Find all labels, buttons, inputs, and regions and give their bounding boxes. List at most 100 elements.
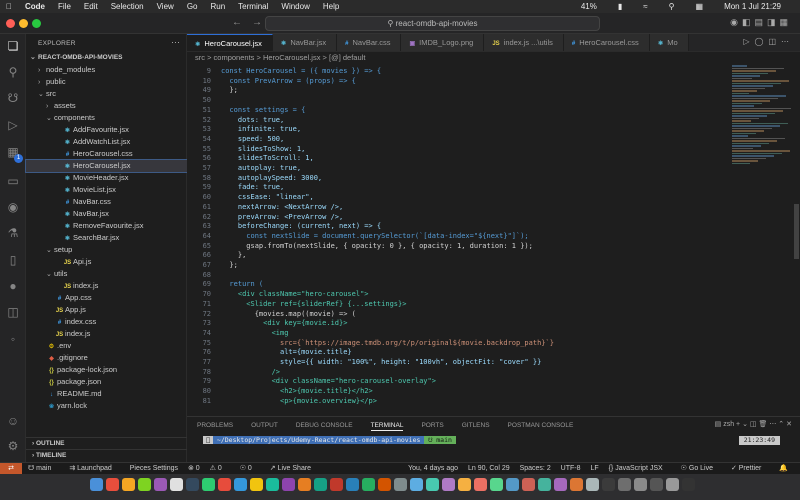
code-line[interactable]: 77 style={{ width: "100%", height: "100v… <box>187 357 727 367</box>
toggle-sidebar-icon[interactable]: ◧ <box>742 17 755 27</box>
menubar-clock[interactable]: Mon 1 Jul 21:29 <box>724 2 781 11</box>
code-line[interactable]: 81 <p>{movie.overview}</p> <box>187 396 727 406</box>
code-line[interactable]: 61 nextArrow: <NextArrow />, <box>187 202 727 212</box>
file-item[interactable]: ⚛ AddWatchList.jsx <box>26 136 187 148</box>
editor-tab[interactable]: # HeroCarousel.css <box>563 34 650 51</box>
close-window-button[interactable] <box>6 19 15 28</box>
more-icon[interactable]: ⋯ <box>781 37 794 46</box>
dock-app-icon[interactable] <box>362 478 375 491</box>
code-line[interactable]: 67 }; <box>187 260 727 270</box>
status-spaces[interactable]: Spaces: 2 <box>520 465 551 472</box>
status-problems[interactable]: ⊗ 0 ⚠ 0 <box>188 465 230 472</box>
dock-app-icon[interactable] <box>474 478 487 491</box>
timeline-icon[interactable]: ◦ <box>6 332 20 346</box>
code-line[interactable]: 10 const PrevArrow = (props) => { <box>187 76 727 86</box>
terminal-dropdown-icon[interactable]: ⌄ <box>742 421 748 428</box>
file-item[interactable]: {} package-lock.json <box>26 364 187 376</box>
editor-tab[interactable]: ⚛ HeroCarousel.jsx <box>187 34 273 51</box>
explorer-icon[interactable]: ❏ <box>6 39 20 53</box>
status-pieces[interactable]: Pieces Settings <box>130 465 178 472</box>
panel-tab[interactable]: DEBUG CONSOLE <box>296 422 353 429</box>
folder-item[interactable]: ⌄ setup <box>26 244 187 256</box>
file-item[interactable]: {} package.json <box>26 376 187 388</box>
file-item[interactable]: ⚛ SearchBar.jsx <box>26 232 187 244</box>
dock-app-icon[interactable] <box>586 478 599 491</box>
file-item[interactable]: ❀ yarn.lock <box>26 400 187 412</box>
code-line[interactable]: 68 <box>187 270 727 280</box>
code-line[interactable]: 70 <div className="hero-carousel"> <box>187 289 727 299</box>
panel-tab[interactable]: POSTMAN CONSOLE <box>508 422 574 429</box>
testing-icon[interactable]: ⚗ <box>6 226 20 240</box>
dock-app-icon[interactable] <box>554 478 567 491</box>
copilot-icon[interactable]: ◉ <box>730 17 742 27</box>
dock-app-icon[interactable] <box>666 478 679 491</box>
maximize-panel-icon[interactable]: ⌃ <box>778 421 784 428</box>
code-line[interactable]: 52 dots: true, <box>187 115 727 125</box>
dock-app-icon[interactable] <box>186 478 199 491</box>
dock-app-icon[interactable] <box>378 478 391 491</box>
code-line[interactable]: 51 const settings = { <box>187 105 727 115</box>
folder-item[interactable]: › assets <box>26 100 187 112</box>
status-prettier[interactable]: ✓ Prettier <box>731 465 769 472</box>
menu-window[interactable]: Window <box>281 2 309 11</box>
customize-layout-icon[interactable]: ▦ <box>779 17 792 27</box>
run-icon[interactable]: ▷ <box>743 37 754 46</box>
panel-tab[interactable]: GITLENS <box>462 422 490 429</box>
code-line[interactable]: 62 prevArrow: <PrevArrow />, <box>187 212 727 222</box>
editor-scrollbar[interactable] <box>794 204 799 259</box>
dock-app-icon[interactable] <box>218 478 231 491</box>
dock-app-icon[interactable] <box>618 478 631 491</box>
dock-app-icon[interactable] <box>234 478 247 491</box>
dock-app-icon[interactable] <box>442 478 455 491</box>
code-line[interactable]: 65 gsap.fromTo(nextSlide, { opacity: 0 }… <box>187 241 727 251</box>
status-language[interactable]: {} JavaScript JSX <box>609 465 671 472</box>
code-line[interactable]: 58 autoplaySpeed: 3000, <box>187 173 727 183</box>
file-item[interactable]: ↓ README.md <box>26 388 187 400</box>
status-position[interactable]: Ln 90, Col 29 <box>468 465 510 472</box>
dock-app-icon[interactable] <box>570 478 583 491</box>
code-line[interactable]: 71 <Slider ref={sliderRef} {...settings}… <box>187 299 727 309</box>
docker-icon[interactable]: ▯ <box>6 253 20 267</box>
menu-run[interactable]: Run <box>210 2 225 11</box>
zoom-window-button[interactable] <box>32 19 41 28</box>
dock-app-icon[interactable] <box>122 478 135 491</box>
file-item[interactable]: # HeroCarousel.css <box>26 148 187 160</box>
dock-app-icon[interactable] <box>522 478 535 491</box>
file-item[interactable]: # index.css <box>26 316 187 328</box>
code-line[interactable]: 54 speed: 500, <box>187 134 727 144</box>
panel-tab[interactable]: PROBLEMS <box>197 422 233 429</box>
terminal-prompt[interactable]: ~/Desktop/Projects/Udemy-React/react-om… <box>203 436 456 445</box>
gitlens-icon[interactable]: ◉ <box>6 200 20 214</box>
code-editor[interactable]: 9 const HeroCarousel = ({ movies }) => {1… <box>187 64 800 416</box>
dock-app-icon[interactable] <box>250 478 263 491</box>
source-control-icon[interactable]: ☋ <box>6 91 20 105</box>
search-icon[interactable]: ⚲ <box>669 2 675 11</box>
dock-app-icon[interactable] <box>266 478 279 491</box>
editor-tab[interactable]: ▣ IMDB_Logo.png <box>401 34 485 51</box>
toggle-secondary-sidebar-icon[interactable]: ◨ <box>767 17 780 27</box>
postman-icon[interactable]: ● <box>6 279 20 293</box>
code-line[interactable]: 64 const nextSlide = document.querySelec… <box>187 231 727 241</box>
dock-app-icon[interactable] <box>154 478 167 491</box>
menu-help[interactable]: Help <box>323 2 339 11</box>
code-line[interactable]: 59 fade: true, <box>187 182 727 192</box>
dock-app-icon[interactable] <box>346 478 359 491</box>
code-line[interactable]: 66 }, <box>187 250 727 260</box>
status-eol[interactable]: LF <box>590 465 598 472</box>
folder-item[interactable]: › public <box>26 76 187 88</box>
menu-app-name[interactable]: Code <box>25 2 45 11</box>
dock-app-icon[interactable] <box>426 478 439 491</box>
file-item[interactable]: ⚛ HeroCarousel.jsx <box>25 159 188 173</box>
more-actions-icon[interactable]: ⋯ <box>171 37 180 48</box>
code-line[interactable]: 9 const HeroCarousel = ({ movies }) => { <box>187 66 727 76</box>
editor-tab[interactable]: ⚛ Mo <box>649 34 689 51</box>
code-line[interactable]: 72 {movies.map((movie) => ( <box>187 309 727 319</box>
editor-tab[interactable]: ⚛ NavBar.jsx <box>272 34 338 51</box>
search-icon[interactable]: ⚲ <box>6 65 20 79</box>
dock-app-icon[interactable] <box>506 478 519 491</box>
code-line[interactable]: 53 infinite: true, <box>187 124 727 134</box>
status-encoding[interactable]: UTF-8 <box>561 465 581 472</box>
code-line[interactable]: 55 slidesToShow: 1, <box>187 144 727 154</box>
status-branch[interactable]: ☋ main <box>28 465 59 472</box>
menu-view[interactable]: View <box>157 2 174 11</box>
